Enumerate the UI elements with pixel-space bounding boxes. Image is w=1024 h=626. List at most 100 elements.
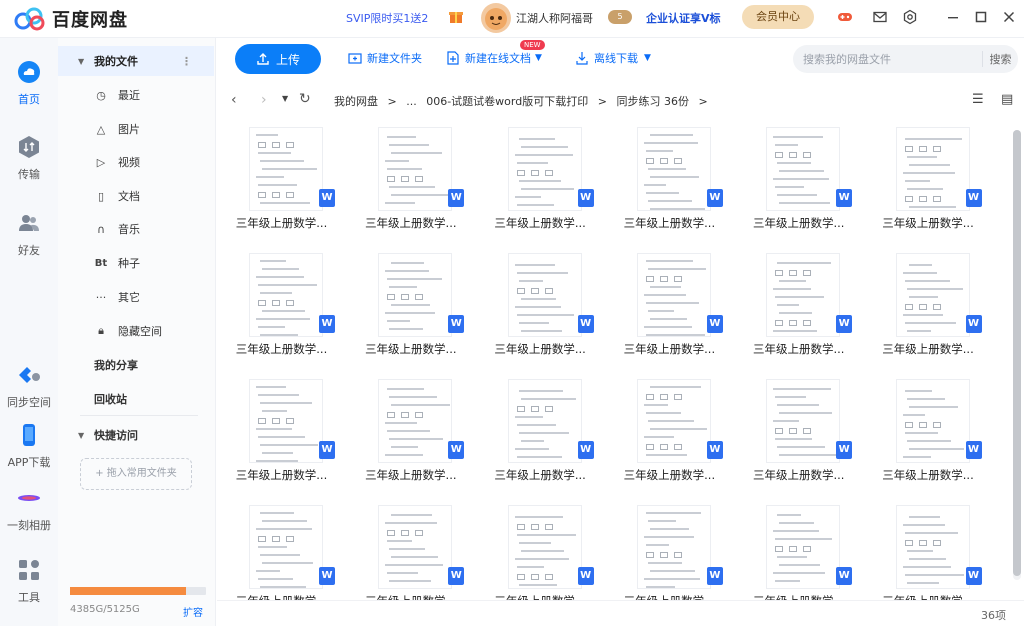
minimize-icon[interactable] [945, 9, 961, 25]
file-tile[interactable]: W 三年级上册数学... [734, 117, 863, 243]
drop-folder-zone[interactable]: + 拖入常用文件夹 [80, 458, 192, 490]
gamepad-icon[interactable] [837, 9, 853, 25]
file-tile[interactable]: W 三年级上册数学... [217, 369, 346, 495]
file-tile[interactable]: W 三年级上册数学... [217, 243, 346, 369]
file-tile[interactable]: W 三年级上册数学... [346, 369, 475, 495]
thumbnail-line [389, 580, 432, 582]
sidebar-item-recent[interactable]: ◷ 最近 [58, 80, 214, 110]
thumbnail-line [647, 562, 682, 564]
file-tile[interactable]: W 三年级上册数学... [476, 495, 605, 600]
scrollbar[interactable] [1013, 130, 1021, 580]
file-tile[interactable]: W 三年级上册数学... [864, 495, 993, 600]
back-icon[interactable]: ‹ [231, 92, 237, 108]
toolbar: 上传 新建文件夹 新建在线文档 ▼ NEW 离线下载 ▼ 搜索我的网盘文件 搜索 [217, 38, 1024, 82]
search-box[interactable]: 搜索我的网盘文件 搜索 [793, 45, 1018, 73]
file-tile[interactable]: W 三年级上册数学... [476, 243, 605, 369]
file-tile[interactable]: W 三年级上册数学... [864, 369, 993, 495]
username[interactable]: 江湖人称阿福哥 [516, 10, 593, 26]
file-tile[interactable]: W 三年级上册数学... [734, 243, 863, 369]
friends-icon [19, 215, 39, 231]
thumbnail-box [401, 176, 410, 182]
breadcrumb-item[interactable]: ... [406, 95, 417, 108]
file-tile[interactable]: W 三年级上册数学... [864, 117, 993, 243]
more-vertical-icon[interactable]: ⋮ [181, 55, 192, 68]
rail-item-home[interactable]: 首页 [0, 60, 58, 107]
refresh-icon[interactable]: ↻ [299, 91, 311, 107]
divider [80, 415, 198, 416]
file-tile[interactable]: W 三年级上册数学... [217, 117, 346, 243]
sidebar-item-recycle-bin[interactable]: 回收站 [58, 384, 214, 414]
thumbnail-line [516, 162, 548, 164]
sidebar-item-music[interactable]: ∩ 音乐 [58, 214, 214, 244]
history-dropdown-icon[interactable]: ▼ [282, 94, 288, 103]
enterprise-cert-link[interactable]: 企业认证享V标 [646, 10, 721, 26]
file-thumbnail [895, 253, 970, 337]
thumbnail-line [256, 318, 310, 320]
breadcrumb-item[interactable]: 同步练习 36份 [616, 95, 689, 108]
mail-icon[interactable] [872, 9, 888, 25]
member-center-button[interactable]: 会员中心 [742, 5, 814, 29]
thumbnail-box [775, 320, 784, 326]
file-tile[interactable]: W 三年级上册数学... [605, 243, 734, 369]
offline-download-button[interactable]: 离线下载 ▼ [575, 50, 651, 66]
thumbnail-line [904, 138, 962, 140]
avatar[interactable] [481, 3, 511, 33]
rail-item-album[interactable]: 一刻相册 [0, 486, 58, 533]
thumbnail-line [262, 168, 317, 170]
thumbnail-box [530, 574, 539, 580]
file-tile[interactable]: W 三年级上册数学... [734, 495, 863, 600]
file-tile[interactable]: W 三年级上册数学... [476, 117, 605, 243]
sidebar-item-other[interactable]: ··· 其它 [58, 282, 214, 312]
settings-icon[interactable] [902, 9, 918, 25]
file-tile[interactable]: W 三年级上册数学... [864, 243, 993, 369]
lock-icon: 🔒︎ [98, 324, 104, 337]
file-tile[interactable]: W 三年级上册数学... [605, 117, 734, 243]
thumbnail-line [773, 462, 805, 463]
file-tile[interactable]: W 三年级上册数学... [476, 369, 605, 495]
sidebar-item-videos[interactable]: ▷ 视频 [58, 147, 214, 177]
sidebar-item-my-files[interactable]: ▼ 我的文件 ⋮ [58, 46, 214, 76]
sidebar-item-torrents[interactable]: Bt 种子 [58, 248, 214, 278]
sort-icon[interactable]: ☰ [972, 92, 984, 107]
search-button[interactable]: 搜索 [982, 51, 1018, 67]
sidebar-item-quick-access[interactable]: ▼ 快捷访问 [58, 420, 214, 450]
word-file-icon: W [965, 189, 982, 207]
sidebar-item-documents[interactable]: ▯ 文档 [58, 181, 214, 211]
forward-icon[interactable]: › [261, 92, 267, 108]
file-tile[interactable]: W 三年级上册数学... [605, 495, 734, 600]
rail-item-transfer[interactable]: 传输 [0, 135, 58, 182]
sidebar-item-images[interactable]: △ 图片 [58, 114, 214, 144]
file-tile[interactable]: W 三年级上册数学... [605, 369, 734, 495]
sidebar-item-my-share[interactable]: 我的分享 [58, 350, 214, 380]
view-mode-icon[interactable]: ▤ [1001, 92, 1013, 107]
file-tile[interactable]: W 三年级上册数学... [734, 369, 863, 495]
gift-icon[interactable] [448, 8, 464, 24]
search-input[interactable]: 搜索我的网盘文件 [803, 51, 982, 67]
expand-storage-link[interactable]: 扩容 [183, 604, 203, 619]
new-online-doc-button[interactable]: 新建在线文档 ▼ [446, 50, 542, 66]
rail-item-sync[interactable]: 同步空间 [0, 363, 58, 410]
new-folder-button[interactable]: 新建文件夹 [348, 50, 422, 66]
thumbnail-box [932, 540, 941, 546]
thumbnail-box [659, 394, 668, 400]
file-tile[interactable]: W 三年级上册数学... [346, 117, 475, 243]
sidebar-item-hidden-space[interactable]: 🔒︎ 隐藏空间 [58, 316, 214, 346]
file-tile[interactable]: W 三年级上册数学... [346, 495, 475, 600]
scrollbar-thumb[interactable] [1013, 130, 1021, 576]
breadcrumb-item[interactable]: 我的网盘 [334, 95, 378, 108]
thumbnail-line [518, 542, 551, 544]
rail-item-app-download[interactable]: APP下载 [0, 423, 58, 470]
upload-button[interactable]: 上传 [235, 44, 321, 74]
breadcrumb-item[interactable]: 006-试题试卷word版可下载打印 [426, 95, 588, 108]
svip-promo-link[interactable]: SVIP限时买1送2 [346, 10, 428, 26]
rail-item-tools[interactable]: 工具 [0, 558, 58, 605]
file-name: 三年级上册数学... [864, 593, 993, 600]
thumbnail-box [673, 394, 682, 400]
file-tile[interactable]: W 三年级上册数学... [217, 495, 346, 600]
file-tile[interactable]: W 三年级上册数学... [346, 243, 475, 369]
thumbnail-line [385, 422, 418, 424]
rail-item-friends[interactable]: 好友 [0, 211, 58, 258]
close-icon[interactable] [1001, 9, 1017, 25]
thumbnail-box [673, 276, 682, 282]
maximize-icon[interactable] [973, 9, 989, 25]
